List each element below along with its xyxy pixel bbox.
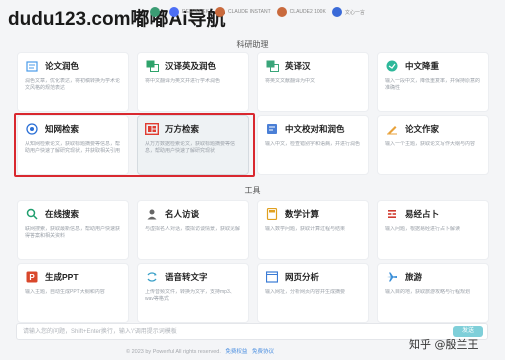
card-description: 输入一段中文，降低重复率，并保持原意的准确性 — [385, 78, 481, 91]
card-title: 网页分析 — [285, 272, 320, 282]
card-description: 输入一个主题，获取论文写作大纲与内容 — [385, 141, 476, 147]
card-en-zh-translate[interactable]: 英译汉 将英文文献翻译为中文 — [257, 52, 369, 112]
interview-icon — [145, 208, 159, 220]
card-zh-proofread[interactable]: 中文校对和润色 输入中文，检查错别字和语病，并进行润色 — [257, 115, 369, 175]
card-description: 从万方数据检索论文，获取标题摘要等信息，帮助用户快速了解研究现状 — [145, 141, 236, 154]
card-title: 论文作家 — [405, 124, 440, 134]
proofread-icon — [265, 123, 279, 135]
model-chip[interactable] — [150, 7, 163, 17]
card-description: 从知网检索论文，获取标题摘要等信息，帮助用户快速了解研究现状，并获取相关引用 — [25, 141, 121, 154]
card-description: 将中文翻译为英文并进行学术润色 — [145, 78, 221, 84]
card-description: 上传音频文件，转换为文字，支持mp3、wav等格式 — [145, 289, 235, 302]
card-title: 论文润色 — [45, 61, 80, 71]
card-title: 名人访谈 — [165, 209, 200, 219]
card-title: 旅游 — [405, 272, 423, 282]
model-name: CLAUDE2 100K — [289, 9, 326, 15]
model-logo-icon — [331, 7, 342, 17]
card-description: 润色文章，优化表达，将初稿转换为学术论文风格的规范表达 — [25, 78, 121, 91]
card-title: 易经占卜 — [405, 209, 440, 219]
rewrite-icon — [385, 60, 399, 72]
footer-link-rights[interactable]: 免费权益 — [225, 349, 247, 355]
model-chip[interactable]: 文心一言 — [331, 7, 365, 17]
card-title: 万方检索 — [165, 124, 200, 134]
chat-input[interactable] — [17, 324, 437, 339]
card-description: 输入网址，分析网页内容并生成摘要 — [265, 289, 346, 295]
section-title-research: 科研助理 — [236, 40, 269, 49]
card-webpage-analysis[interactable]: 网页分析 输入网址，分析网页内容并生成摘要 — [257, 263, 369, 323]
card-description: 输入目的地，获取旅游攻略与行程规划 — [385, 289, 471, 295]
card-title: 生成PPT — [45, 272, 79, 282]
card-generate-ppt[interactable]: P 生成PPT 输入主题，自动生成PPT大纲和内容 — [17, 263, 129, 323]
card-wanfang-search[interactable]: 万方检索 从万方数据检索论文，获取标题摘要等信息，帮助用户快速了解研究现状 — [137, 115, 249, 175]
card-title: 中文降重 — [405, 61, 440, 71]
ppt-icon: P — [25, 271, 39, 283]
search-icon — [25, 208, 39, 220]
card-description: 与虚拟名人对话，模拟访谈情景，获取见解 — [145, 226, 241, 232]
model-logo-icon — [150, 7, 160, 17]
card-title: 在线搜索 — [45, 209, 80, 219]
translate-en-icon — [265, 60, 279, 72]
plane-icon — [385, 271, 399, 283]
card-title: 知网检索 — [45, 124, 80, 134]
card-math-calc[interactable]: 数学计算 输入数学问题，获取计算过程与结果 — [257, 200, 369, 260]
card-description: 联网搜索，获取最新信息，帮助用户快速获得答案和相关资料 — [25, 226, 121, 239]
zhihu-watermark: 知乎 @殷兰王 — [409, 338, 479, 351]
calculator-icon — [265, 208, 279, 220]
divination-icon — [385, 208, 399, 220]
card-travel[interactable]: 旅游 输入目的地，获取旅游攻略与行程规划 — [377, 263, 489, 323]
card-title: 中文校对和润色 — [285, 124, 345, 134]
model-logo-icon — [169, 7, 179, 17]
model-name: DEEPSEEK — [182, 9, 209, 15]
model-list: DEEPSEEK CLAUDE INSTANT CLAUDE2 100K 文心一… — [150, 7, 365, 17]
card-celebrity-interview[interactable]: 名人访谈 与虚拟名人对话，模拟访谈情景，获取见解 — [137, 200, 249, 260]
footer: © 2023 by Powerful All rights reserved. … — [0, 347, 400, 355]
model-chip[interactable]: DEEPSEEK — [169, 7, 209, 17]
model-name: CLAUDE INSTANT — [227, 9, 271, 15]
writer-icon — [385, 123, 399, 135]
card-online-search[interactable]: 在线搜索 联网搜索，获取最新信息，帮助用户快速获得答案和相关资料 — [17, 200, 129, 260]
section-title-tools: 工具 — [244, 186, 261, 195]
model-logo-icon — [276, 7, 287, 17]
translate-icon — [145, 60, 159, 72]
top-bar: dudu123.com嘟嘟Ai导航 DEEPSEEK CLAUDE INSTAN… — [0, 0, 505, 34]
wanfang-icon — [145, 123, 159, 135]
card-paper-writer[interactable]: 论文作家 输入一个主题，获取论文写作大纲与内容 — [377, 115, 489, 175]
copyright-text: © 2023 by Powerful All rights reserved. — [126, 349, 221, 355]
card-paper-polish[interactable]: 论文润色 润色文章，优化表达，将初稿转换为学术论文风格的规范表达 — [17, 52, 129, 112]
card-title: 汉译英及润色 — [165, 61, 217, 71]
voice-icon — [145, 271, 159, 283]
svg-text:P: P — [29, 273, 35, 282]
footer-link-agreement[interactable]: 免费协议 — [252, 349, 274, 355]
card-iching-divination[interactable]: 易经占卜 输入问题，根据易经进行占卜解读 — [377, 200, 489, 260]
model-chip[interactable]: CLAUDE INSTANT — [214, 7, 271, 17]
model-chip[interactable]: CLAUDE2 100K — [276, 7, 326, 17]
model-name: 文心一言 — [344, 9, 365, 16]
model-logo-icon — [214, 7, 225, 17]
cnki-icon — [25, 123, 39, 135]
doc-icon — [25, 60, 39, 72]
card-zh-rewrite[interactable]: 中文降重 输入一段中文，降低重复率，并保持原意的准确性 — [377, 52, 489, 112]
card-description: 输入数学问题，获取计算过程与结果 — [265, 226, 346, 232]
card-description: 输入主题，自动生成PPT大纲和内容 — [25, 289, 105, 295]
card-title: 数学计算 — [285, 209, 320, 219]
card-cnki-search[interactable]: 知网检索 从知网检索论文，获取标题摘要等信息，帮助用户快速了解研究现状，并获取相… — [17, 115, 129, 175]
card-title: 英译汉 — [285, 61, 311, 71]
card-title: 语音转文字 — [165, 272, 208, 282]
card-description: 输入问题，根据易经进行占卜解读 — [385, 226, 461, 232]
card-description: 将英文文献翻译为中文 — [265, 78, 316, 84]
card-zh-en-translate[interactable]: 汉译英及润色 将中文翻译为英文并进行学术润色 — [137, 52, 249, 112]
card-speech-to-text[interactable]: 语音转文字 上传音频文件，转换为文字，支持mp3、wav等格式 — [137, 263, 249, 323]
card-description: 输入中文，检查错别字和语病，并进行润色 — [265, 141, 361, 147]
webpage-icon — [265, 271, 279, 283]
